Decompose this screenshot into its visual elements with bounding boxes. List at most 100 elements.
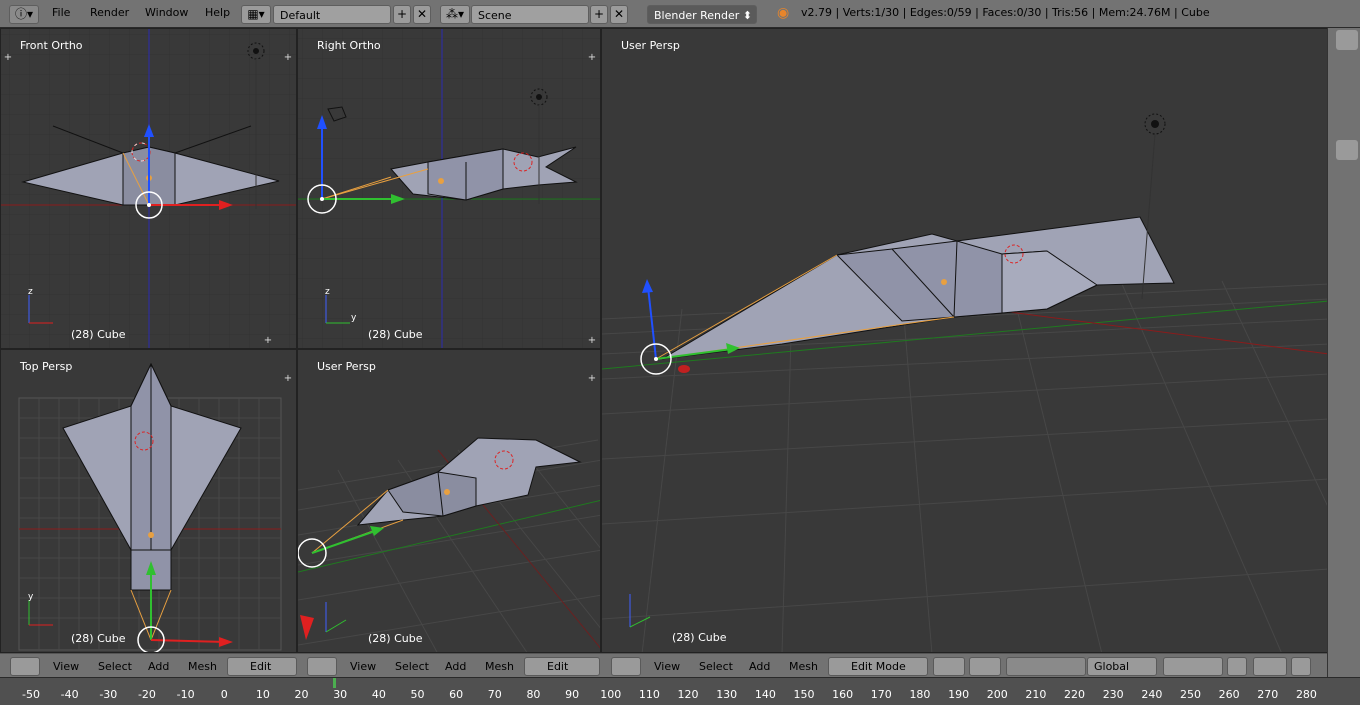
timeline-tick-label: 50 [410, 688, 425, 701]
properties-icon[interactable] [1336, 140, 1358, 160]
timeline-tick-label: 60 [449, 688, 464, 701]
editor-type-3d-icon[interactable] [611, 657, 641, 676]
corner-plus-icon[interactable]: + [3, 53, 13, 63]
add-layout-button[interactable]: + [393, 5, 411, 24]
corner-plus-icon[interactable]: + [283, 53, 293, 63]
timeline-tick-label: 270 [1257, 688, 1279, 701]
timeline-tick-label: 90 [565, 688, 580, 701]
corner-plus-icon[interactable]: + [587, 336, 597, 346]
scene-label: Scene [478, 9, 512, 22]
select-menu[interactable]: Select [395, 657, 429, 676]
corner-plus-icon[interactable]: + [263, 336, 273, 346]
viewport-front-ortho[interactable]: Front Ortho z (28) Cube + + + [0, 28, 297, 349]
scene-stats: v2.79 | Verts:1/30 | Edges:0/59 | Faces:… [801, 6, 1210, 19]
mode-select[interactable]: Edit Mode [828, 657, 928, 676]
timeline-tick-label: 120 [677, 688, 699, 701]
delete-layout-button[interactable]: ✕ [413, 5, 431, 24]
proportional-select[interactable] [1253, 657, 1287, 676]
add-menu[interactable]: Add [445, 657, 466, 676]
active-object-label: (28) Cube [672, 631, 727, 644]
top-view-scene [18, 362, 282, 652]
viewport-user-persp-main[interactable]: User Persp (28) Cube [601, 28, 1328, 653]
scene-icon[interactable]: ⁂▾ [440, 5, 470, 24]
mode-label: Edit Mode [851, 660, 906, 673]
viewport-top-persp[interactable]: Top Persp y (28) Cube + [0, 349, 297, 653]
view-menu[interactable]: View [654, 657, 680, 676]
delete-scene-button[interactable]: ✕ [610, 5, 628, 24]
select-menu[interactable]: Select [699, 657, 733, 676]
timeline-tick-label: 100 [600, 688, 622, 701]
chevron-updown-icon: ⬍ [742, 9, 752, 22]
mode-select[interactable]: Edit Mod [227, 657, 297, 690]
view3d-header-top: View Select Add Mesh Edit Mod [0, 653, 297, 690]
orientation-label: Global [1094, 660, 1130, 673]
menu-file[interactable]: File [52, 6, 70, 19]
timeline-tick-label: 230 [1102, 688, 1124, 701]
mesh-menu[interactable]: Mesh [188, 657, 217, 676]
select-mode-buttons[interactable] [1163, 657, 1223, 676]
add-scene-button[interactable]: + [590, 5, 608, 24]
corner-plus-icon[interactable]: + [587, 374, 597, 384]
viewport-title: User Persp [621, 39, 680, 52]
select-menu[interactable]: Select [98, 657, 132, 676]
timeline-tick-label: -30 [99, 688, 118, 701]
mesh-menu[interactable]: Mesh [789, 657, 818, 676]
menu-help[interactable]: Help [205, 6, 230, 19]
screen-layout-icon[interactable]: ▦▾ [241, 5, 271, 24]
axis-label-y: y [351, 313, 357, 323]
timeline-ruler[interactable]: -50 -40 -30 -20 -10 0 10 20 30 40 50 60 70 80 90 100 110… [0, 677, 1360, 705]
timeline-tick-label: 210 [1025, 688, 1047, 701]
timeline-tick-label: 160 [832, 688, 854, 701]
corner-plus-icon[interactable]: + [283, 374, 293, 384]
manipulator-buttons[interactable] [1006, 657, 1086, 676]
screen-layout-field[interactable]: Default [273, 5, 391, 24]
view3d-header-main: View Select Add Mesh Edit Mode Global [601, 653, 1327, 678]
axis-label-y: y [28, 592, 34, 602]
mesh-menu[interactable]: Mesh [485, 657, 514, 676]
occlude-button[interactable] [1227, 657, 1247, 676]
timeline-tick-label: 0 [220, 688, 228, 701]
timeline-tick-label: 190 [948, 688, 970, 701]
timeline-tick-label: -20 [137, 688, 156, 701]
render-engine-select[interactable]: Blender Render ⬍ [647, 5, 757, 24]
front-view-scene [1, 29, 296, 348]
current-frame-marker[interactable] [333, 678, 336, 688]
editor-type-3d-icon[interactable] [10, 657, 40, 676]
view-menu[interactable]: View [350, 657, 376, 676]
timeline-tick-label: 20 [294, 688, 309, 701]
viewport-right-ortho[interactable]: Right Ortho z y (28) Cube + + [297, 28, 601, 349]
shading-select[interactable] [933, 657, 965, 676]
add-menu[interactable]: Add [749, 657, 770, 676]
timeline-tick-label: 200 [986, 688, 1008, 701]
timeline-tick-label: 70 [487, 688, 502, 701]
menu-render[interactable]: Render [90, 6, 129, 19]
editor-type-info-icon[interactable]: ⓘ▾ [9, 5, 39, 24]
overlay-button[interactable] [1291, 657, 1311, 676]
editor-type-3d-icon[interactable] [307, 657, 337, 676]
outliner-icon[interactable] [1336, 30, 1358, 50]
axis-label-z: z [325, 287, 330, 297]
viewport-user-persp-small[interactable]: User Persp (28) Cube + [297, 349, 601, 653]
add-menu[interactable]: Add [148, 657, 169, 676]
timeline-tick-label: 80 [526, 688, 541, 701]
timeline-tick-label: 150 [793, 688, 815, 701]
view-menu[interactable]: View [53, 657, 79, 676]
mode-select[interactable]: Edit Mode [524, 657, 600, 690]
user-persp-main-scene [602, 113, 1327, 652]
properties-panel-strip[interactable] [1327, 28, 1360, 677]
menu-window[interactable]: Window [145, 6, 188, 19]
active-object-label: (28) Cube [71, 632, 126, 645]
corner-plus-icon[interactable]: + [587, 53, 597, 63]
timeline-tick-label: -40 [60, 688, 79, 701]
screen-layout-label: Default [280, 9, 321, 22]
timeline-tick-label: 280 [1295, 688, 1317, 701]
scene-field[interactable]: Scene [471, 5, 589, 24]
orientation-select[interactable]: Global [1087, 657, 1157, 676]
timeline-tick-label: 170 [870, 688, 892, 701]
timeline-tick-label: 260 [1218, 688, 1240, 701]
viewport-title: Front Ortho [20, 39, 83, 52]
pivot-select[interactable] [969, 657, 1001, 676]
timeline-tick-label: 40 [371, 688, 386, 701]
user-persp-small-scene [298, 437, 600, 652]
timeline-tick-label: -50 [22, 688, 40, 701]
